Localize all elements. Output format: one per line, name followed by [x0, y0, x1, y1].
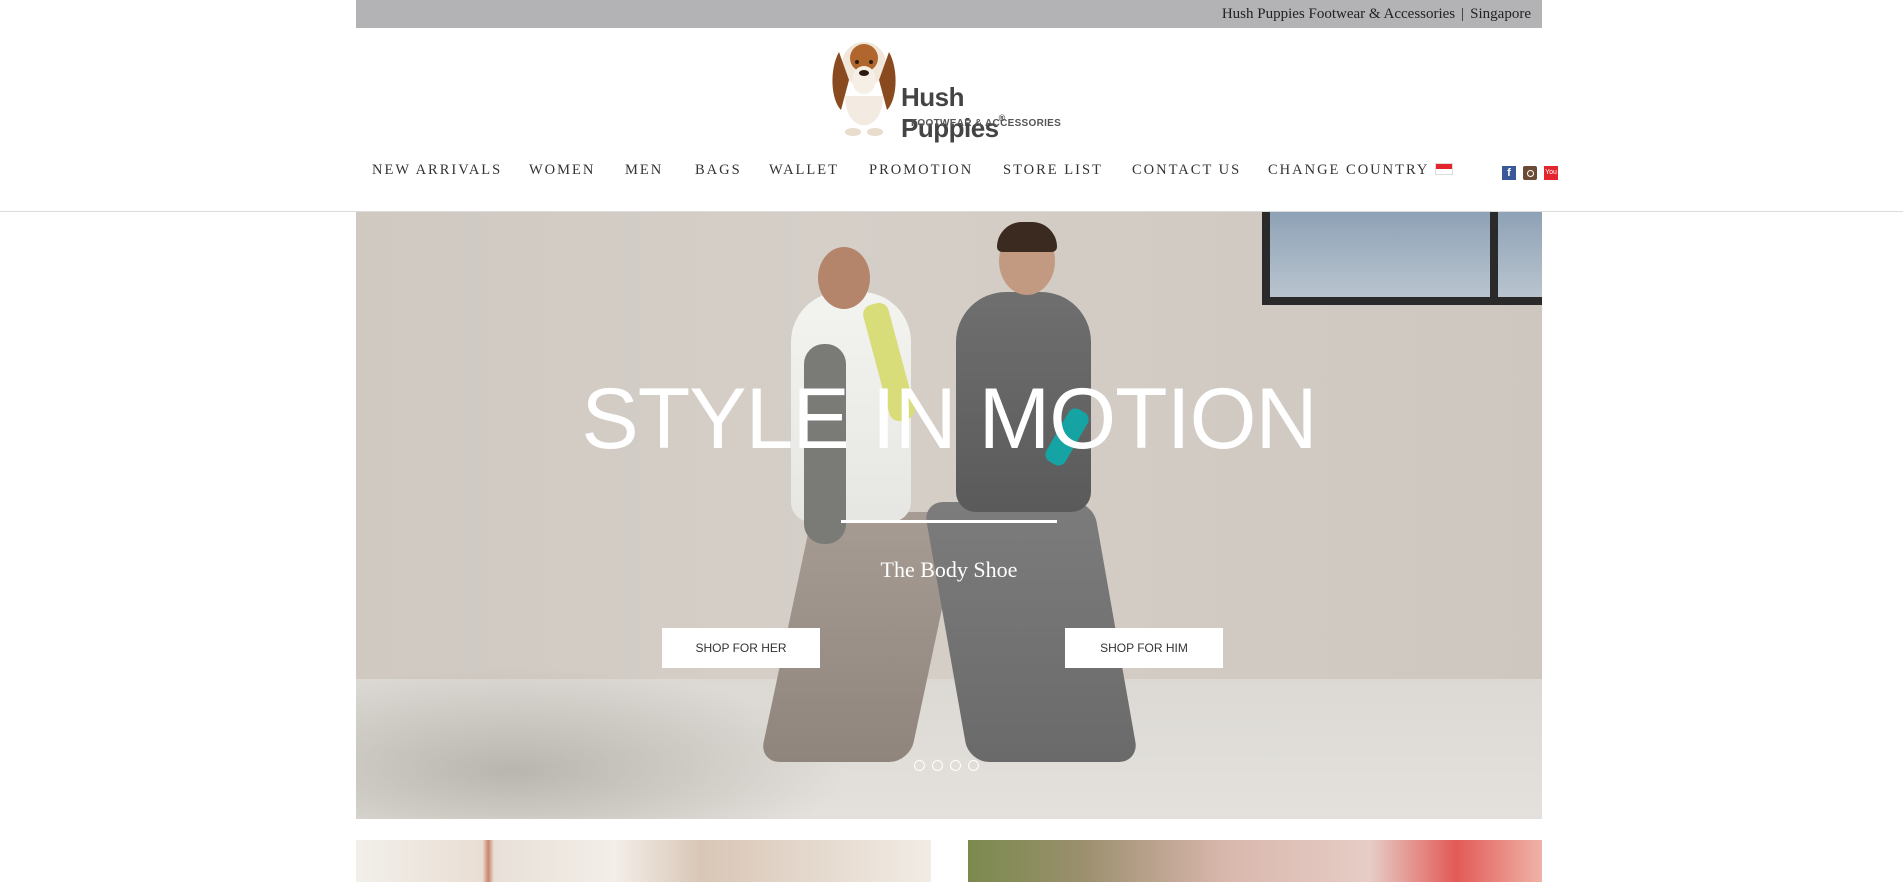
nav-store-list[interactable]: STORE LIST	[1003, 162, 1103, 179]
slide-dot-3[interactable]	[950, 760, 961, 771]
nav-wallet[interactable]: WALLET	[769, 162, 839, 179]
nav-new-arrivals[interactable]: NEW ARRIVALS	[372, 162, 502, 179]
nav-change-country[interactable]: CHANGE COUNTRY	[1268, 162, 1454, 179]
main-nav: NEW ARRIVALS WOMEN MEN BAGS WALLET PROMO…	[356, 162, 1542, 186]
nav-bags[interactable]: BAGS	[695, 162, 742, 179]
promo-tile-men[interactable]	[968, 840, 1542, 882]
change-country-label: CHANGE COUNTRY	[1268, 162, 1430, 178]
nav-contact-us[interactable]: CONTACT US	[1132, 162, 1241, 179]
nav-men[interactable]: MEN	[625, 162, 663, 179]
topbar-separator: |	[1461, 5, 1465, 22]
slide-dot-1[interactable]	[914, 760, 925, 771]
brand-logo[interactable]: Hush Puppies® FOOTWEAR & ACCESSORIES	[827, 40, 1071, 143]
basset-hound-icon	[832, 42, 896, 136]
site-name: Hush Puppies Footwear & Accessories	[1221, 5, 1456, 22]
instagram-icon[interactable]	[1523, 166, 1537, 180]
slider-pagination	[914, 760, 979, 771]
hero-divider-line	[841, 520, 1057, 523]
hero-banner[interactable]: STYLE IN MOTION The Body Shoe SHOP FOR H…	[356, 212, 1542, 819]
country-link[interactable]: Singapore	[1470, 6, 1531, 23]
hero-headline: STYLE IN MOTION	[581, 371, 1317, 467]
nav-women[interactable]: WOMEN	[529, 162, 595, 179]
hero-window	[1262, 212, 1542, 305]
slide-dot-2[interactable]	[932, 760, 943, 771]
slide-dot-4[interactable]	[968, 760, 979, 771]
logo-brand-name: Hush Puppies®	[901, 82, 1005, 143]
logo-tagline: FOOTWEAR & ACCESSORIES	[911, 118, 1062, 129]
model-woman-head	[818, 247, 870, 309]
shop-for-him-button[interactable]: SHOP FOR HIM	[1065, 628, 1223, 668]
youtube-icon[interactable]: You	[1544, 166, 1558, 180]
singapore-flag-icon	[1435, 163, 1454, 175]
facebook-icon[interactable]: f	[1502, 166, 1516, 180]
top-bar: Hush Puppies Footwear & Accessories | Si…	[356, 0, 1542, 28]
nav-promotion[interactable]: PROMOTION	[869, 162, 973, 179]
hero-subline: The Body Shoe	[880, 557, 1018, 582]
promo-tile-women[interactable]	[356, 840, 931, 882]
shop-for-her-button[interactable]: SHOP FOR HER	[662, 628, 820, 668]
